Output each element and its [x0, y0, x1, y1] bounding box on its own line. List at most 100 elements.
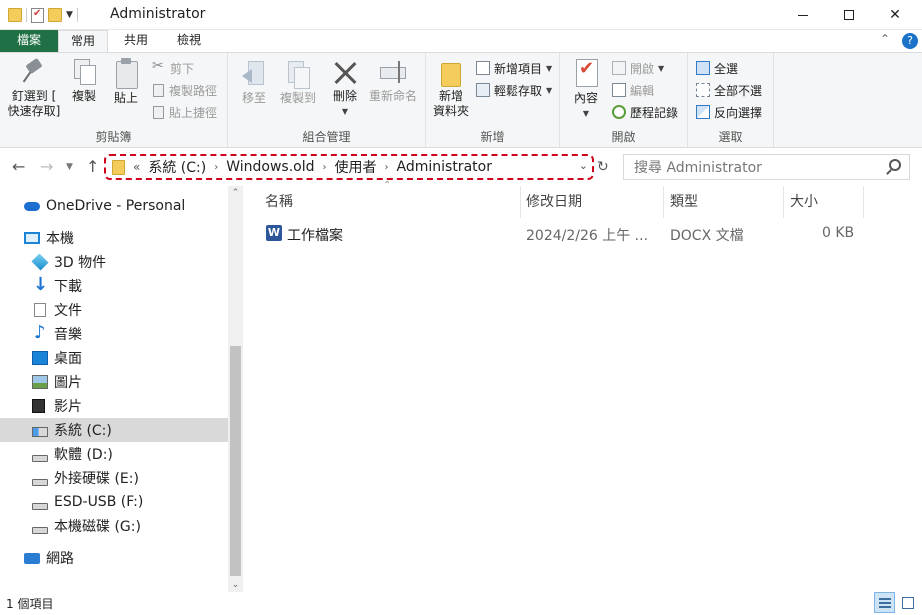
- tab-view[interactable]: 檢視: [164, 30, 214, 52]
- clipboard-group: 釘選到 [ 快速存取] 複製 貼上 剪下 複製路徑 貼上捷徑 剪貼簿: [0, 53, 228, 147]
- nav-pane-scrollbar[interactable]: ⌃ ⌄: [228, 186, 243, 592]
- address-dropdown-icon[interactable]: ⌄: [579, 159, 588, 172]
- customize-toolbar-icon[interactable]: ▼: [66, 10, 73, 20]
- properties-button[interactable]: 內容 ▼: [566, 57, 606, 121]
- nav-item-pictures[interactable]: 圖片: [0, 370, 228, 394]
- tab-share[interactable]: 共用: [112, 30, 160, 52]
- refresh-icon[interactable]: ↻: [597, 159, 609, 175]
- copy-to-button[interactable]: 複製到: [274, 57, 322, 106]
- file-name: 工作檔案: [287, 228, 343, 244]
- address-bar[interactable]: « 系統 (C:) › Windows.old › 使用者 › Administ…: [104, 154, 594, 180]
- collapse-ribbon-icon[interactable]: ⌃: [880, 32, 890, 46]
- details-view-button[interactable]: [874, 592, 895, 613]
- nav-item-desktop[interactable]: 桌面: [0, 346, 228, 370]
- breadcrumb-item[interactable]: 使用者: [335, 157, 377, 177]
- close-button[interactable]: ✕: [872, 0, 918, 30]
- move-to-button[interactable]: 移至: [234, 57, 274, 106]
- nav-item-onedrive[interactable]: OneDrive - Personal: [0, 194, 228, 218]
- group-label: 選取: [718, 130, 743, 144]
- chevron-down-icon: ▼: [658, 63, 665, 73]
- window-title: Administrator: [110, 6, 206, 22]
- history-button[interactable]: 歷程記錄: [612, 102, 678, 122]
- breadcrumb-chevron-icon[interactable]: ›: [214, 162, 218, 173]
- properties-icon[interactable]: [31, 7, 44, 23]
- paste-shortcut-button[interactable]: 貼上捷徑: [152, 102, 217, 122]
- open-button[interactable]: 開啟 ▼: [612, 58, 664, 78]
- select-all-button[interactable]: 全選: [696, 58, 738, 78]
- copy-button[interactable]: 複製: [64, 57, 104, 104]
- copy-path-button[interactable]: 複製路徑: [152, 80, 217, 100]
- nav-item-external-e[interactable]: 外接硬碟 (E:): [0, 466, 228, 490]
- history-label: 歷程記錄: [630, 105, 679, 120]
- new-folder-button[interactable]: 新增 資料夾: [430, 57, 472, 119]
- rename-icon: [378, 57, 408, 87]
- delete-button[interactable]: 刪除 ▼: [326, 57, 364, 119]
- scrollbar-thumb[interactable]: [230, 346, 241, 576]
- nav-item-3d-objects[interactable]: 3D 物件: [0, 250, 228, 274]
- breadcrumb-chevron-icon[interactable]: ›: [385, 162, 389, 173]
- recent-locations-icon[interactable]: ▼: [66, 162, 73, 172]
- nav-item-local-g[interactable]: 本機磁碟 (G:): [0, 514, 228, 538]
- nav-item-network[interactable]: 網路: [0, 546, 228, 570]
- paste-label: 貼上: [113, 91, 138, 105]
- nav-item-documents[interactable]: 文件: [0, 298, 228, 322]
- tab-home[interactable]: 常用: [58, 30, 108, 52]
- scroll-down-icon[interactable]: ⌄: [228, 580, 243, 590]
- table-row[interactable]: W 工作檔案 2024/2/26 上午 ... DOCX 文檔 0 KB: [259, 222, 859, 246]
- paste-button[interactable]: 貼上: [106, 57, 146, 106]
- properties-icon: [572, 57, 600, 89]
- tab-file[interactable]: 檔案: [0, 30, 58, 52]
- scroll-up-icon[interactable]: ⌃: [228, 188, 243, 198]
- large-icons-view-button[interactable]: [897, 592, 918, 613]
- column-header-name[interactable]: 名稱: [259, 186, 521, 218]
- nav-item-music[interactable]: 音樂: [0, 322, 228, 346]
- delete-label: 刪除: [332, 89, 357, 103]
- breadcrumb-item[interactable]: Administrator: [397, 159, 492, 175]
- breadcrumb-chevron-icon[interactable]: ›: [323, 162, 327, 173]
- invert-selection-label: 反向選擇: [714, 105, 763, 120]
- easy-access-button[interactable]: 輕鬆存取 ▼: [476, 80, 552, 100]
- search-box[interactable]: 搜尋 Administrator: [623, 154, 910, 180]
- nav-item-software-d[interactable]: 軟體 (D:): [0, 442, 228, 466]
- nav-item-system-c[interactable]: 系統 (C:): [0, 418, 228, 442]
- maximize-button[interactable]: [826, 0, 872, 30]
- nav-label: 圖片: [54, 375, 82, 391]
- nav-item-this-pc[interactable]: 本機: [0, 226, 228, 250]
- nav-item-videos[interactable]: 影片: [0, 394, 228, 418]
- pin-quick-access-button[interactable]: 釘選到 [ 快速存取]: [6, 57, 62, 119]
- column-header-size[interactable]: 大小: [784, 186, 864, 218]
- chevron-down-icon: ▼: [582, 109, 590, 118]
- nav-item-downloads[interactable]: 下載: [0, 274, 228, 298]
- select-none-button[interactable]: 全部不選: [696, 80, 762, 100]
- copy-to-label: 複製到: [279, 91, 316, 105]
- quick-access-toolbar: ▼: [8, 6, 78, 24]
- invert-selection-button[interactable]: 反向選擇: [696, 102, 762, 122]
- copy-icon: [71, 57, 97, 87]
- nav-item-esd-usb-f[interactable]: ESD-USB (F:): [0, 490, 228, 514]
- open-label: 開啟: [630, 61, 655, 76]
- edit-button[interactable]: 編輯: [612, 80, 654, 100]
- rename-button[interactable]: 重新命名: [366, 57, 420, 104]
- group-label: 開啟: [611, 130, 636, 144]
- word-doc-icon: W: [266, 225, 282, 241]
- cut-button[interactable]: 剪下: [152, 58, 194, 78]
- nav-label: 3D 物件: [54, 255, 107, 271]
- new-folder-icon[interactable]: [48, 8, 62, 22]
- desktop-icon: [32, 351, 48, 365]
- breadcrumb-item[interactable]: 系統 (C:): [148, 157, 206, 177]
- help-icon[interactable]: ?: [902, 33, 918, 49]
- new-item-button[interactable]: 新增項目 ▼: [476, 58, 552, 78]
- navigation-pane: OneDrive - Personal 本機 3D 物件 下載 文件 音樂 桌面…: [0, 186, 243, 592]
- overflow-chevron[interactable]: «: [133, 160, 140, 174]
- status-bar: 1 個項目: [0, 592, 922, 615]
- search-placeholder: 搜尋 Administrator: [634, 160, 762, 176]
- breadcrumb-item[interactable]: Windows.old: [226, 159, 314, 175]
- back-button[interactable]: ←: [12, 157, 25, 176]
- forward-button[interactable]: →: [40, 157, 53, 176]
- column-header-type[interactable]: 類型: [664, 186, 784, 218]
- organize-group: 移至 複製到 刪除 ▼ 重新命名 組合管理: [228, 53, 426, 147]
- minimize-button[interactable]: [780, 0, 826, 30]
- up-button[interactable]: ↑: [86, 157, 99, 176]
- column-header-date[interactable]: 修改日期: [520, 186, 664, 218]
- file-size: 0 KB: [822, 225, 855, 241]
